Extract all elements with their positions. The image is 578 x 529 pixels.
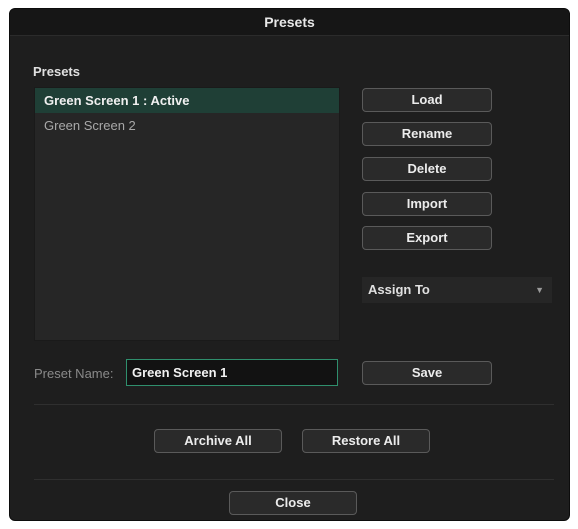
preset-list-item[interactable]: Green Screen 2 <box>35 113 339 138</box>
delete-button[interactable]: Delete <box>362 157 492 181</box>
presets-dialog: Presets Presets Green Screen 1 : Active … <box>9 8 570 521</box>
preset-list-item[interactable]: Green Screen 1 : Active <box>35 88 339 113</box>
dialog-title: Presets <box>10 9 569 36</box>
presets-section-label: Presets <box>33 64 80 79</box>
save-button[interactable]: Save <box>362 361 492 385</box>
preset-name-label: Preset Name: <box>34 366 114 381</box>
assign-to-label: Assign To <box>368 282 430 297</box>
divider <box>34 404 554 405</box>
chevron-down-icon: ▼ <box>535 285 544 295</box>
load-button[interactable]: Load <box>362 88 492 112</box>
archive-all-button[interactable]: Archive All <box>154 429 282 453</box>
close-button[interactable]: Close <box>229 491 357 515</box>
preset-list[interactable]: Green Screen 1 : Active Green Screen 2 <box>34 87 340 341</box>
import-button[interactable]: Import <box>362 192 492 216</box>
assign-to-dropdown[interactable]: Assign To ▼ <box>362 277 552 303</box>
divider <box>34 479 554 480</box>
preset-name-input[interactable] <box>126 359 338 386</box>
restore-all-button[interactable]: Restore All <box>302 429 430 453</box>
export-button[interactable]: Export <box>362 226 492 250</box>
rename-button[interactable]: Rename <box>362 122 492 146</box>
